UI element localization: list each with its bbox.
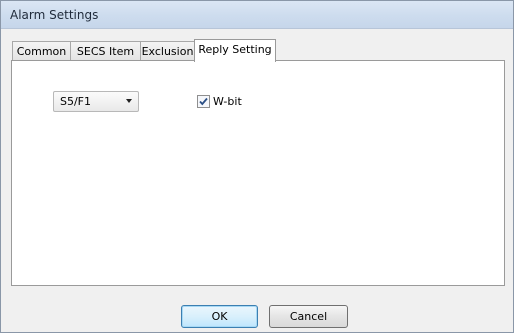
chevron-down-icon [126,99,132,103]
message-select[interactable]: S5/F1 [53,91,139,112]
cancel-button[interactable]: Cancel [269,305,348,328]
tab-common[interactable]: Common [12,41,71,61]
title-bar[interactable]: Alarm Settings [1,1,513,29]
tab-reply-setting[interactable]: Reply Setting [194,39,276,62]
reply-setting-panel: S5/F1 W-bit [11,60,505,286]
ok-button[interactable]: OK [181,305,258,328]
wbit-label: W-bit [213,95,242,108]
tab-exclusion[interactable]: Exclusion [140,41,195,61]
tab-secs-item[interactable]: SECS Item [70,41,141,61]
window-title: Alarm Settings [10,8,99,22]
checkmark-icon [199,97,208,106]
wbit-checkbox[interactable] [197,95,210,108]
alarm-settings-dialog: Alarm Settings Common SECS Item Exclusio… [0,0,514,333]
message-select-value: S5/F1 [60,95,92,108]
